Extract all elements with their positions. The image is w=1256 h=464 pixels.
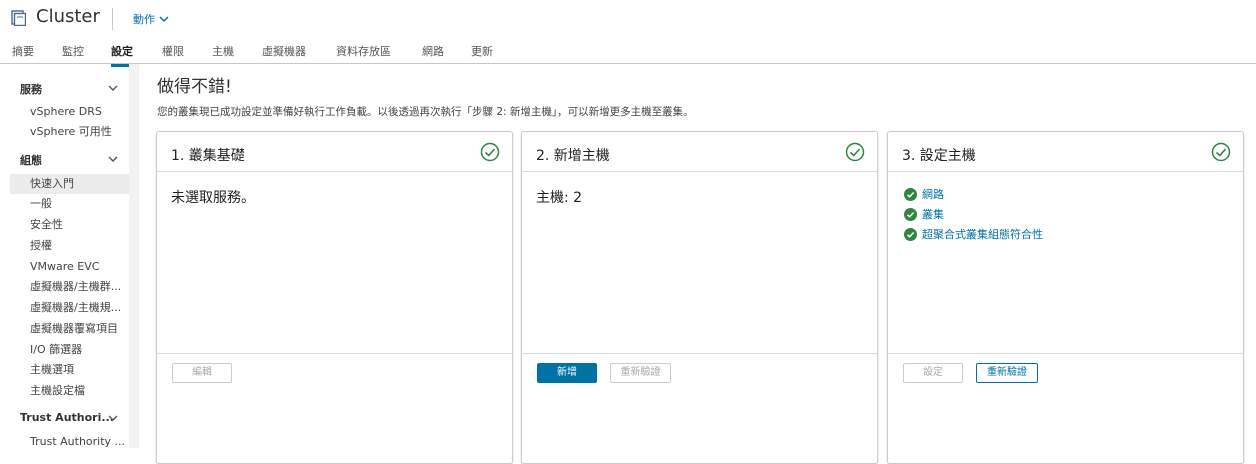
sidebar-item-io-filters[interactable]: I/O 篩選器	[10, 340, 129, 360]
header-bar: Cluster 動作	[0, 0, 1256, 38]
link-hci-compliance[interactable]: 超聚合式叢集組態符合性	[904, 226, 1043, 242]
check-circle-icon	[480, 142, 500, 162]
page-heading: 做得不錯!	[157, 77, 232, 97]
check-circle-icon	[845, 142, 865, 162]
tab-bar: 摘要 監控 設定 權限 主機 虛擬機器 資料存放區 網路 更新	[0, 38, 1256, 67]
card-footer-divider	[157, 353, 512, 354]
revalidate-button[interactable]: 重新驗證	[976, 363, 1038, 383]
configure-button[interactable]: 設定	[903, 363, 963, 383]
sidebar-item-vsphere-drs[interactable]: vSphere DRS	[10, 102, 129, 122]
chevron-down-icon[interactable]	[108, 413, 118, 423]
add-button[interactable]: 新增	[537, 363, 597, 383]
page-description: 您的叢集現已成功設定並準備好執行工作負載。以後透過再次執行「步驟 2: 新增主機…	[157, 106, 694, 118]
edit-button[interactable]: 編輯	[172, 363, 232, 383]
cluster-icon	[11, 10, 26, 26]
sidebar-item-host-options[interactable]: 主機選項	[10, 360, 129, 380]
actions-menu-button[interactable]: 動作	[133, 11, 169, 27]
card-title: 2. 新增主機	[536, 148, 610, 164]
tab-updates[interactable]: 更新	[471, 43, 493, 64]
card-divider	[522, 171, 877, 172]
link-networking[interactable]: 網路	[904, 186, 944, 202]
link-label[interactable]: 網路	[922, 186, 944, 202]
chevron-down-icon[interactable]	[108, 83, 118, 93]
link-label[interactable]: 超聚合式叢集組態符合性	[922, 226, 1043, 242]
page-title: Cluster	[36, 6, 100, 27]
card-cluster-basics: 1. 叢集基礎 未選取服務。 編輯	[156, 131, 513, 464]
sidebar-item-vmware-evc[interactable]: VMware EVC	[10, 257, 129, 277]
sidebar-group-configuration[interactable]: 組態	[20, 152, 42, 168]
sidebar-item-quickstart[interactable]: 快速入門	[10, 174, 129, 194]
tab-monitor[interactable]: 監控	[62, 43, 84, 64]
tab-networks[interactable]: 網路	[422, 43, 444, 64]
sidebar-group-trust-authority[interactable]: Trust Authori...	[20, 411, 114, 424]
actions-label: 動作	[133, 13, 155, 26]
link-label[interactable]: 叢集	[922, 206, 944, 222]
card-divider	[157, 171, 512, 172]
main-content: 做得不錯! 您的叢集現已成功設定並準備好執行工作負載。以後透過再次執行「步驟 2…	[147, 64, 1256, 464]
link-cluster[interactable]: 叢集	[904, 206, 944, 222]
tab-hosts[interactable]: 主機	[212, 43, 234, 64]
tab-summary[interactable]: 摘要	[12, 43, 34, 64]
card-divider	[888, 171, 1243, 172]
sidebar-item-vm-host-rules[interactable]: 虛擬機器/主機規...	[10, 298, 129, 318]
chevron-down-icon	[159, 15, 169, 22]
tab-permissions[interactable]: 權限	[162, 43, 184, 64]
tab-datastores[interactable]: 資料存放區	[336, 43, 391, 64]
card-body-text: 未選取服務。	[171, 190, 255, 206]
check-circle-filled-icon	[904, 227, 917, 241]
card-configure-hosts: 3. 設定主機 網路 叢集 超聚合式叢集組態符合性 設定 重新驗證	[887, 131, 1244, 464]
card-footer-divider	[888, 353, 1243, 354]
revalidate-button[interactable]: 重新驗證	[610, 363, 671, 383]
sidebar-item-licensing[interactable]: 授權	[10, 236, 129, 256]
sidebar-item-general[interactable]: 一般	[10, 194, 129, 214]
card-body-text: 主機: 2	[536, 190, 583, 206]
card-title: 3. 設定主機	[902, 148, 976, 164]
card-add-hosts: 2. 新增主機 主機: 2 新增 重新驗證	[521, 131, 878, 464]
check-circle-filled-icon	[904, 207, 917, 221]
sidebar-item-vm-host-groups[interactable]: 虛擬機器/主機群...	[10, 277, 129, 297]
check-circle-icon	[1211, 142, 1231, 162]
sidebar-scrollbar[interactable]	[129, 64, 139, 448]
chevron-down-icon[interactable]	[108, 154, 118, 164]
sidebar-item-vm-overrides[interactable]: 虛擬機器覆寫項目	[10, 319, 129, 339]
card-footer-divider	[522, 353, 877, 354]
settings-sidebar: 服務 vSphere DRS vSphere 可用性 組態 快速入門 一般 安全…	[0, 64, 139, 448]
check-circle-filled-icon	[904, 187, 917, 201]
tab-vms[interactable]: 虛擬機器	[262, 43, 306, 64]
card-title: 1. 叢集基礎	[171, 148, 245, 164]
sidebar-item-vsphere-ha[interactable]: vSphere 可用性	[10, 122, 129, 142]
sidebar-item-security[interactable]: 安全性	[10, 215, 129, 235]
sidebar-group-services[interactable]: 服務	[20, 81, 42, 97]
title-divider	[112, 8, 113, 30]
sidebar-item-trust-authority[interactable]: Trust Authority ...	[10, 432, 129, 452]
sidebar-item-host-profile[interactable]: 主機設定檔	[10, 381, 129, 401]
